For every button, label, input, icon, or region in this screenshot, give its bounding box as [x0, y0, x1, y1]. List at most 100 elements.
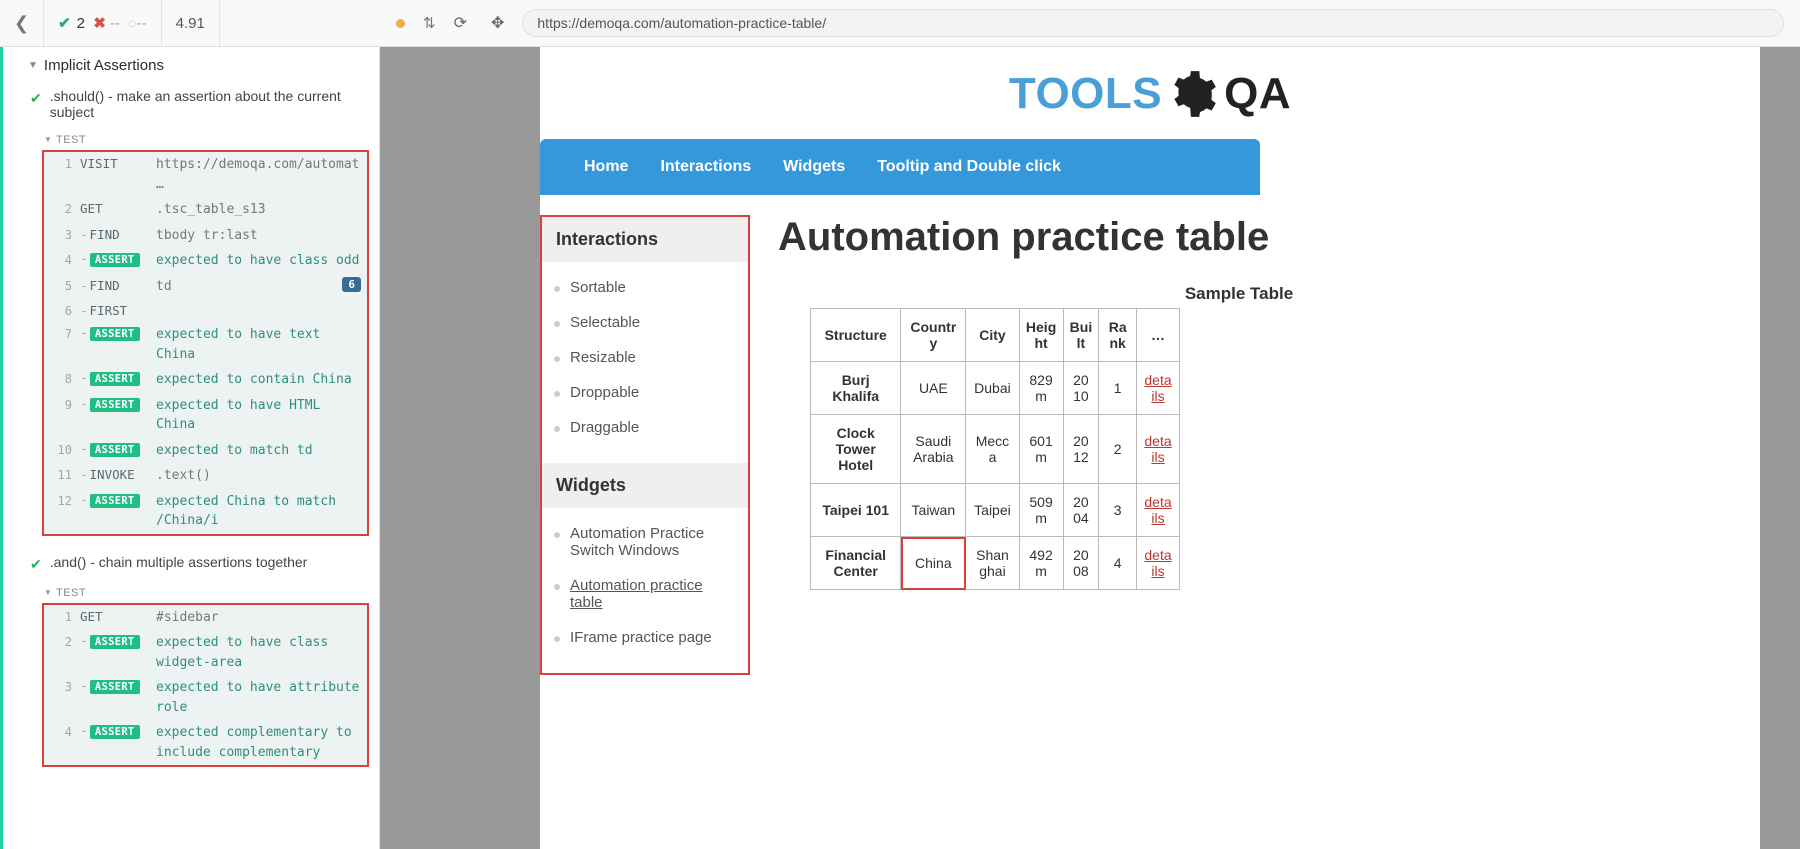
- status-dot-icon: [396, 19, 405, 28]
- command-row[interactable]: 6-FIRST: [44, 299, 367, 322]
- table-cell: 3: [1099, 484, 1137, 537]
- table-cell: Burj Khalifa: [811, 362, 901, 415]
- data-table: StructureCountryCityHeightBuiltRank… Bur…: [810, 308, 1180, 590]
- nav-link[interactable]: Interactions: [644, 158, 767, 176]
- table-row: Burj KhalifaUAEDubai829m20101details: [811, 362, 1180, 415]
- command-row[interactable]: 8-ASSERTexpected to contain China: [44, 367, 367, 393]
- command-row[interactable]: 4-ASSERTexpected to have class odd: [44, 248, 367, 274]
- table-row: Clock Tower HotelSaudi ArabiaMecca601m20…: [811, 415, 1180, 484]
- url-bar[interactable]: https://demoqa.com/automation-practice-t…: [522, 9, 1784, 37]
- nav-link[interactable]: Widgets: [767, 158, 861, 176]
- sidebar-item[interactable]: Draggable: [542, 410, 748, 445]
- table-cell: Mecca: [966, 415, 1019, 484]
- table-cell: 2012: [1063, 415, 1099, 484]
- table-cell: 1: [1099, 362, 1137, 415]
- sidebar: InteractionsSortableSelectableResizableD…: [540, 215, 750, 675]
- test-title[interactable]: ✔.and() - chain multiple assertions toge…: [0, 548, 379, 579]
- table-cell: 829m: [1019, 362, 1063, 415]
- command-row[interactable]: 7-ASSERTexpected to have text China: [44, 322, 367, 367]
- assert-pill: ASSERT: [90, 253, 140, 267]
- table-cell: details: [1137, 484, 1180, 537]
- sidebar-heading: Widgets: [542, 463, 748, 508]
- sidebar-item[interactable]: IFrame practice page: [542, 620, 748, 655]
- table-cell: Shanghai: [966, 537, 1019, 590]
- table-header: Built: [1063, 309, 1099, 362]
- page-title: Automation practice table: [778, 215, 1700, 260]
- sidebar-item[interactable]: Automation Practice Switch Windows: [542, 516, 748, 568]
- topbar: ❮ ✔ 2 ✖ -- ◌ -- 4.91 ⇅ ⟳ ✥ https://demoq…: [0, 0, 1800, 47]
- command-log: 1VISIThttps://demoqa.com/automat…2GET.ts…: [42, 150, 369, 536]
- check-icon: ✔: [58, 14, 71, 32]
- table-header: Country: [901, 309, 966, 362]
- pending-icon: ◌: [128, 15, 136, 31]
- assert-pill: ASSERT: [90, 372, 140, 386]
- table-cell: Taipei 101: [811, 484, 901, 537]
- spec-title[interactable]: ▼ Implicit Assertions: [0, 47, 379, 82]
- command-row[interactable]: 1GET#sidebar: [44, 605, 367, 631]
- sidebar-heading: Interactions: [542, 217, 748, 262]
- details-link[interactable]: details: [1144, 494, 1171, 526]
- command-row[interactable]: 3-ASSERTexpected to have attribute role: [44, 675, 367, 720]
- app-preview: TOOLS QA HomeInteractionsWidgetsTooltip …: [380, 47, 1800, 849]
- details-link[interactable]: details: [1144, 372, 1171, 404]
- table-row: Financial CenterChinaShanghai492m20084de…: [811, 537, 1180, 590]
- autoscroll-icon[interactable]: ⇅: [423, 14, 436, 32]
- assert-pill: ASSERT: [90, 725, 140, 739]
- command-row[interactable]: 12-ASSERTexpected China to match /China/…: [44, 489, 367, 534]
- assert-pill: ASSERT: [90, 635, 140, 649]
- test-title[interactable]: ✔.should() - make an assertion about the…: [0, 82, 379, 126]
- sidebar-item[interactable]: Automation practice table: [542, 568, 748, 620]
- nav-link[interactable]: Home: [568, 158, 644, 176]
- table-cell: 2010: [1063, 362, 1099, 415]
- table-header: Height: [1019, 309, 1063, 362]
- command-row[interactable]: 4-ASSERTexpected complementary to includ…: [44, 720, 367, 765]
- table-cell: 601m: [1019, 415, 1063, 484]
- sidebar-item[interactable]: Selectable: [542, 305, 748, 340]
- main-nav: HomeInteractionsWidgetsTooltip and Doubl…: [540, 139, 1260, 195]
- test-label: TEST: [0, 579, 379, 601]
- table-cell: 2008: [1063, 537, 1099, 590]
- check-icon: ✔: [30, 556, 42, 573]
- command-row[interactable]: 9-ASSERTexpected to have HTML China: [44, 393, 367, 438]
- command-row[interactable]: 5-FINDtd6: [44, 274, 367, 300]
- selector-target-icon[interactable]: ✥: [491, 13, 504, 33]
- nav-link[interactable]: Tooltip and Double click: [861, 158, 1077, 176]
- table-title: Sample Table: [778, 284, 1700, 304]
- back-button[interactable]: ❮: [0, 0, 44, 46]
- command-row[interactable]: 2-ASSERTexpected to have class widget-ar…: [44, 630, 367, 675]
- reporter-panel: ▼ Implicit Assertions ✔.should() - make …: [0, 47, 380, 849]
- count-badge: 6: [342, 277, 361, 292]
- table-header: City: [966, 309, 1019, 362]
- command-row[interactable]: 1VISIThttps://demoqa.com/automat…: [44, 152, 367, 197]
- test-stats: ✔ 2 ✖ -- ◌ --: [44, 0, 162, 46]
- table-cell: details: [1137, 415, 1180, 484]
- sidebar-item[interactable]: Droppable: [542, 375, 748, 410]
- reload-icon[interactable]: ⟳: [454, 13, 467, 33]
- duration: 4.91: [162, 0, 220, 46]
- details-link[interactable]: details: [1144, 433, 1171, 465]
- table-cell: details: [1137, 537, 1180, 590]
- assert-pill: ASSERT: [90, 680, 140, 694]
- assert-pill: ASSERT: [90, 327, 140, 341]
- check-icon: ✔: [30, 90, 42, 107]
- logo[interactable]: TOOLS QA: [540, 47, 1760, 129]
- table-cell: 2: [1099, 415, 1137, 484]
- command-row[interactable]: 10-ASSERTexpected to match td: [44, 438, 367, 464]
- table-cell: details: [1137, 362, 1180, 415]
- command-row[interactable]: 3-FINDtbody tr:last: [44, 223, 367, 249]
- command-row[interactable]: 11-INVOKE.text(): [44, 463, 367, 489]
- assert-pill: ASSERT: [90, 494, 140, 508]
- command-row[interactable]: 2GET.tsc_table_s13: [44, 197, 367, 223]
- sidebar-item[interactable]: Resizable: [542, 340, 748, 375]
- pending-count: --: [137, 15, 147, 32]
- table-cell: China: [901, 537, 966, 590]
- sidebar-item[interactable]: Sortable: [542, 270, 748, 305]
- table-cell: Saudi Arabia: [901, 415, 966, 484]
- table-cell: 492m: [1019, 537, 1063, 590]
- command-log: 1GET#sidebar2-ASSERTexpected to have cla…: [42, 603, 369, 768]
- table-cell: 509m: [1019, 484, 1063, 537]
- table-cell: UAE: [901, 362, 966, 415]
- details-link[interactable]: details: [1144, 547, 1171, 579]
- table-cell: 4: [1099, 537, 1137, 590]
- caret-down-icon: ▼: [28, 60, 38, 71]
